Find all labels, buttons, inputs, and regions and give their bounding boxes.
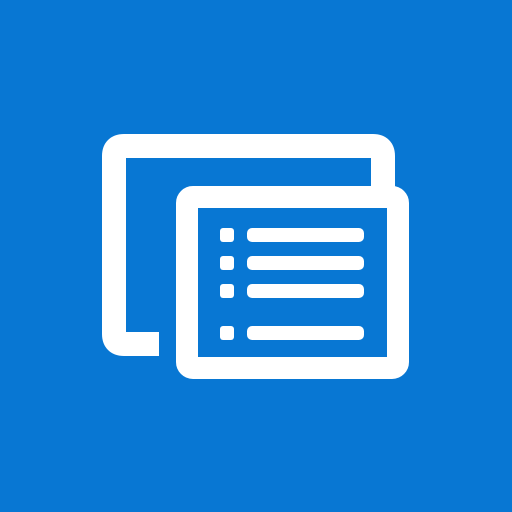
list-line bbox=[247, 284, 364, 298]
list-bullet bbox=[220, 228, 234, 242]
windows-list-icon bbox=[0, 0, 512, 512]
list-bullet bbox=[220, 326, 234, 340]
list-line bbox=[247, 326, 364, 340]
app-icon-tile bbox=[0, 0, 512, 512]
front-window-frame bbox=[176, 186, 409, 379]
list-bullet bbox=[220, 256, 234, 270]
list-bullet bbox=[220, 284, 234, 298]
list-line bbox=[247, 228, 364, 242]
list-line bbox=[247, 256, 364, 270]
